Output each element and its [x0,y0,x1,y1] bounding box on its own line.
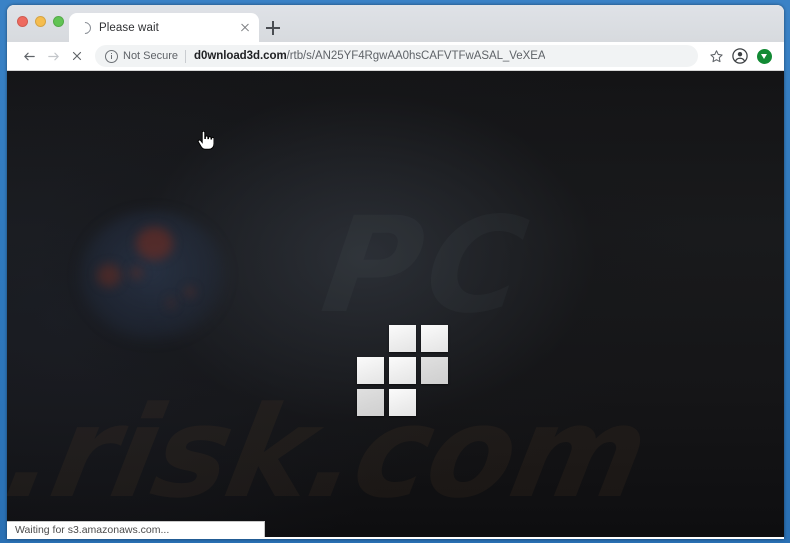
arrow-right-icon [41,44,65,68]
page-viewport: PC .risk.com [7,71,784,537]
loading-grid-spinner [356,325,448,417]
spinner-icon [76,19,94,36]
info-circle-icon[interactable] [105,49,118,63]
browser-window: Please wait Not Secure d0wnload3d.com/rt… [7,5,784,539]
url-host: d0wnload3d.com [194,50,287,62]
loader-cell [357,357,384,384]
loader-cell [421,357,448,384]
stop-x-icon[interactable] [65,44,89,68]
planet-blob [185,287,195,297]
download-arrow-icon [756,48,772,64]
planet-blob [130,267,143,279]
security-status-label: Not Secure [123,50,179,62]
star-icon[interactable] [704,44,728,68]
plus-icon[interactable] [263,18,283,38]
loader-cell [389,389,416,416]
loader-cell [421,325,448,352]
loader-cell [389,357,416,384]
planet-blob [136,227,173,260]
arrow-left-icon[interactable] [17,44,41,68]
account-circle-icon[interactable] [728,44,752,68]
planet-blob [167,297,175,309]
url-text: d0wnload3d.com/rtb/s/AN25YF4RgwAA0hsCAFV… [194,50,545,62]
omnibox-divider [185,49,187,63]
extension-button[interactable] [752,44,776,68]
planet-blob [97,264,121,287]
browser-toolbar: Not Secure d0wnload3d.com/rtb/s/AN25YF4R… [7,42,784,71]
tab-title: Please wait [99,21,159,34]
close-icon[interactable] [237,20,253,36]
loader-cell [389,325,416,352]
url-path: /rtb/s/AN25YF4RgwAA0hsCAFVTFwASAL_VeXEA [286,50,546,62]
window-controls [17,16,64,27]
tab-strip: Please wait [7,5,784,42]
window-close-button[interactable] [17,16,28,27]
status-text: Waiting for s3.amazonaws.com... [15,523,170,536]
window-minimize-button[interactable] [35,16,46,27]
browser-tab[interactable]: Please wait [69,13,259,42]
loader-cell [357,389,384,416]
window-maximize-button[interactable] [53,16,64,27]
watermark-bottom-text: .risk.com [7,379,658,526]
watermark-top-text: PC [314,189,541,343]
desktop-background: Please wait Not Secure d0wnload3d.com/rt… [0,0,790,543]
status-bar: Waiting for s3.amazonaws.com... [7,521,265,537]
address-bar[interactable]: Not Secure d0wnload3d.com/rtb/s/AN25YF4R… [95,45,698,67]
